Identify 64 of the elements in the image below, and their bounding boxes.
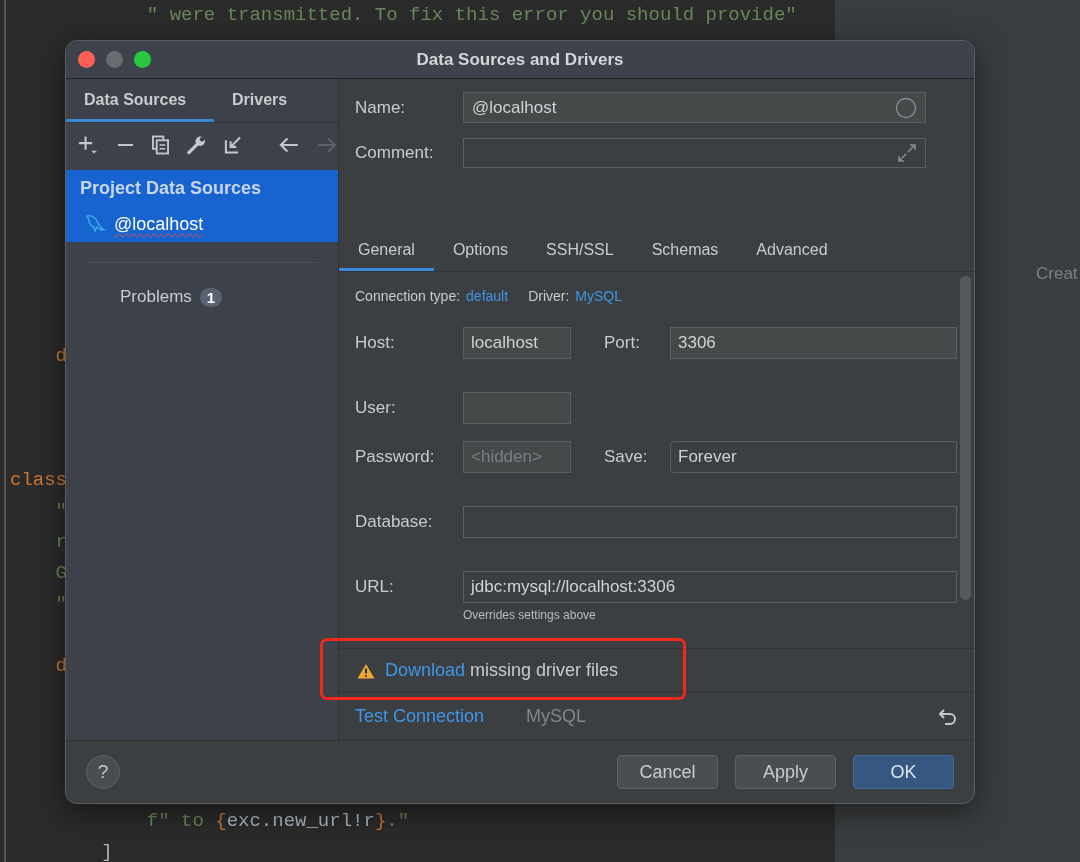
- field-label: User:: [355, 397, 397, 418]
- download-link[interactable]: Download: [385, 660, 466, 681]
- tree-item[interactable]: @localhost: [66, 206, 338, 242]
- field-label: Save:: [604, 446, 649, 467]
- help-button[interactable]: ?: [86, 755, 120, 789]
- scrollbar[interactable]: [960, 275, 971, 601]
- panel-text: Creat: [1036, 264, 1078, 283]
- zoom-button[interactable]: [134, 51, 151, 68]
- tab[interactable]: Data Sources: [66, 79, 214, 122]
- input-field[interactable]: [463, 505, 957, 538]
- code-line: d: [54, 654, 67, 679]
- warning-message: Download missing driver files: [385, 660, 619, 682]
- dialog-button[interactable]: Apply: [735, 755, 836, 789]
- field-label: Host:: [355, 332, 396, 353]
- driver-name: MySQL: [526, 706, 587, 728]
- code-line: f" to {exc.new_url!r}.": [145, 809, 410, 834]
- field-label: Driver:: [528, 287, 570, 304]
- code-line: class: [10, 468, 67, 493]
- tab[interactable]: SSH/SSL: [527, 230, 633, 271]
- ok-button[interactable]: OK: [853, 755, 954, 789]
- warning-icon[interactable]: [357, 662, 375, 679]
- undo-icon[interactable]: [938, 707, 958, 726]
- field-label: Connection type:: [355, 287, 461, 304]
- input-field[interactable]: 3306: [670, 326, 957, 359]
- dialog-button[interactable]: Cancel: [617, 755, 718, 789]
- field-label: Comment:: [355, 143, 435, 163]
- code-line: ": [54, 592, 67, 617]
- dolphin-icon[interactable]: [84, 213, 108, 235]
- code-line: ": [54, 499, 67, 524]
- minimize-button[interactable]: [106, 51, 123, 68]
- code-line: d: [54, 344, 67, 369]
- hint-text: Overrides settings above: [463, 607, 597, 622]
- left-arrow-icon[interactable]: [278, 135, 300, 154]
- input-field[interactable]: localhost: [463, 326, 571, 359]
- tab[interactable]: Schemas: [632, 230, 738, 271]
- count-badge: 1: [199, 287, 223, 307]
- driver-link[interactable]: MySQL: [575, 287, 623, 304]
- name-field[interactable]: @localhost: [463, 92, 926, 123]
- code-line: ]: [100, 840, 113, 862]
- connection-type-link[interactable]: default: [466, 287, 509, 304]
- code-line: r: [54, 530, 67, 555]
- input-field[interactable]: [463, 391, 571, 424]
- import-arrow-icon[interactable]: [223, 134, 243, 155]
- problems-label[interactable]: Problems: [120, 287, 192, 307]
- copy-icon[interactable]: [151, 134, 169, 155]
- save-dropdown[interactable]: Forever: [670, 440, 957, 473]
- wrench-icon[interactable]: [186, 134, 206, 155]
- circle-icon[interactable]: [895, 96, 917, 119]
- tab[interactable]: Options: [433, 230, 528, 271]
- tab[interactable]: Advanced: [737, 230, 847, 271]
- close-button[interactable]: [78, 51, 95, 68]
- tree-item[interactable]: Project Data Sources: [66, 170, 338, 206]
- field-label: URL:: [355, 576, 395, 597]
- field-label: Password:: [355, 446, 436, 467]
- code-line: " were transmitted. To fix this error you should provide": [145, 3, 797, 28]
- input-field[interactable]: jdbc:mysql://localhost:3306: [463, 570, 957, 603]
- comment-field[interactable]: [463, 138, 926, 168]
- field-label: Port:: [604, 332, 641, 353]
- field-label: Name:: [355, 97, 407, 118]
- tab[interactable]: Drivers: [214, 79, 306, 122]
- field-label: Database:: [355, 511, 434, 532]
- window-title: Data Sources and Drivers: [416, 49, 624, 70]
- expand-icon[interactable]: [897, 143, 917, 163]
- test-connection-link[interactable]: Test Connection: [355, 706, 485, 728]
